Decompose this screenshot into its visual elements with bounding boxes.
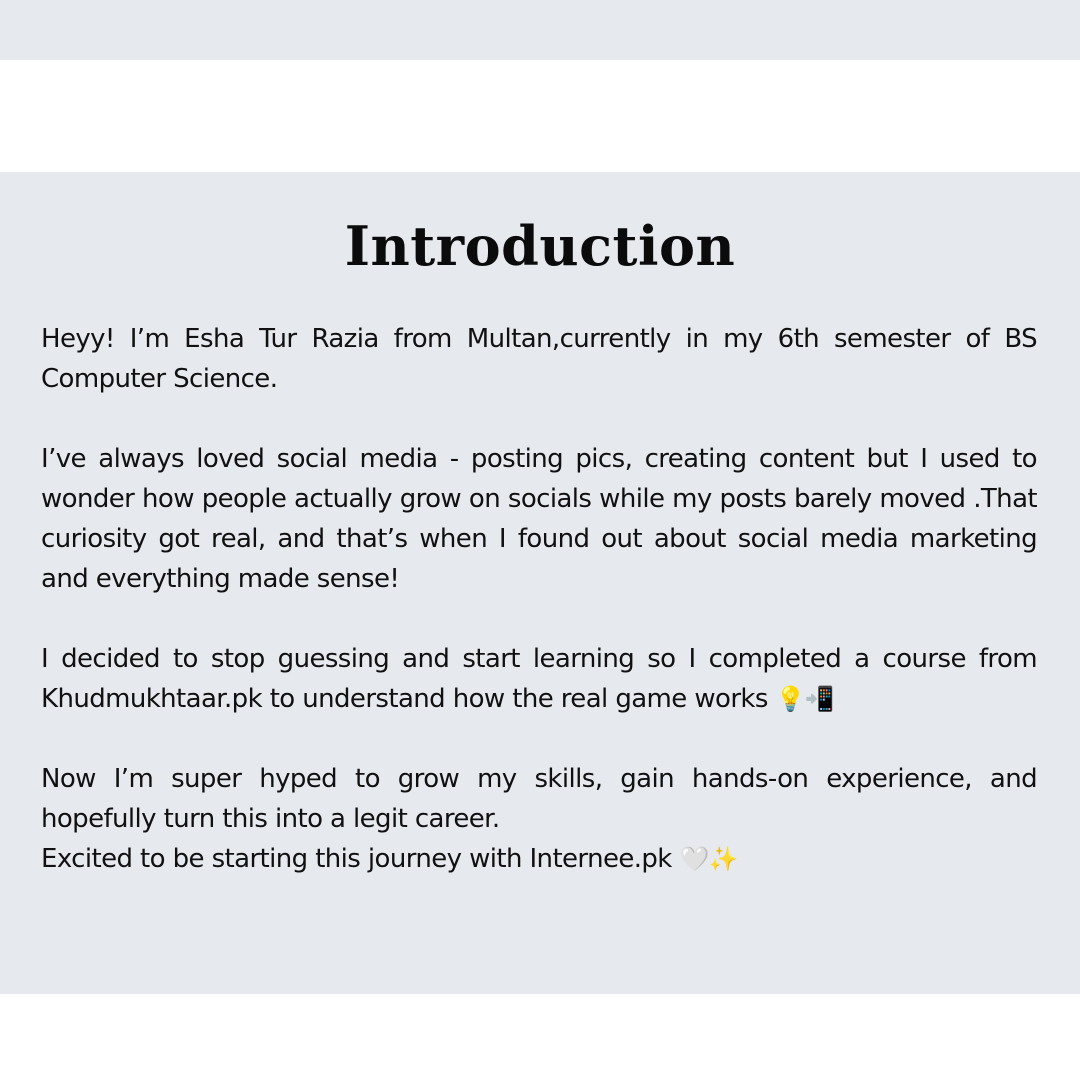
paragraph-goals: Now I’m super hyped to grow my skills, g… <box>41 759 1038 879</box>
page-title: Introduction <box>344 214 736 278</box>
intro-body: Heyy! I’m Esha Tur Razia from Multan,cur… <box>41 319 1038 879</box>
lightbulb-phone-emoji: 💡📲 <box>775 685 835 713</box>
paragraph-goals-text: Now I’m super hyped to grow my skills, g… <box>41 764 1038 834</box>
closing-line: Excited to be starting this journey with… <box>41 839 1037 879</box>
paragraph-social-media: I’ve always loved social media - posting… <box>41 444 1038 594</box>
heart-sparkles-emoji: 🤍✨ <box>679 845 739 873</box>
top-band <box>0 0 1080 60</box>
paragraph-course: I decided to stop guessing and start lea… <box>41 639 1038 719</box>
closing-line-text: Excited to be starting this journey with… <box>41 844 672 874</box>
paragraph-course-text: I decided to stop guessing and start lea… <box>41 644 1038 714</box>
paragraph-intro: Heyy! I’m Esha Tur Razia from Multan,cur… <box>41 324 1038 394</box>
